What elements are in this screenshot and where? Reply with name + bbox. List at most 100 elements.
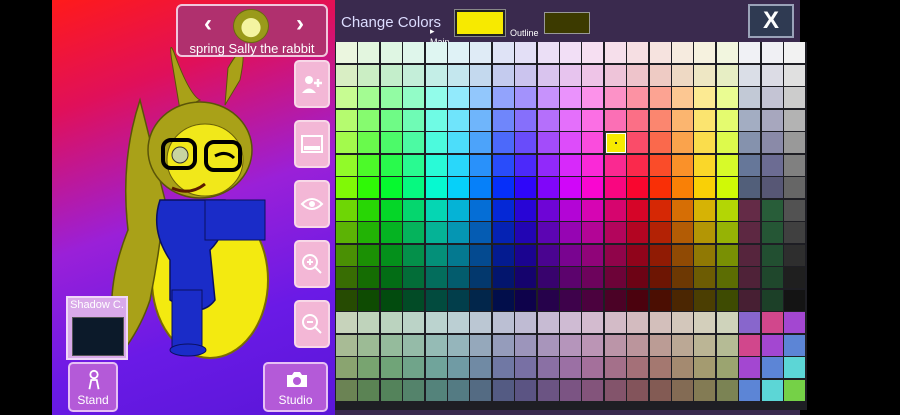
color-swatch[interactable] xyxy=(739,132,761,153)
color-swatch[interactable] xyxy=(627,267,649,288)
color-swatch[interactable] xyxy=(336,312,357,333)
color-swatch[interactable] xyxy=(582,357,604,378)
color-swatch[interactable] xyxy=(448,357,469,378)
color-swatch[interactable] xyxy=(448,289,469,311)
color-swatch[interactable] xyxy=(716,87,738,108)
color-swatch[interactable] xyxy=(716,199,738,221)
color-swatch[interactable] xyxy=(739,199,761,221)
color-swatch[interactable] xyxy=(492,244,514,266)
color-swatch[interactable] xyxy=(425,177,447,198)
color-swatch[interactable] xyxy=(425,42,447,63)
color-swatch[interactable] xyxy=(694,267,716,288)
color-swatch[interactable] xyxy=(492,154,514,176)
color-swatch[interactable] xyxy=(336,154,357,176)
color-swatch[interactable] xyxy=(672,199,693,221)
color-swatch[interactable] xyxy=(336,379,357,401)
stand-button[interactable]: Stand xyxy=(68,362,118,412)
color-swatch[interactable] xyxy=(380,177,402,198)
color-swatch[interactable] xyxy=(380,154,402,176)
color-swatch[interactable] xyxy=(694,199,716,221)
color-swatch[interactable] xyxy=(336,132,357,153)
color-swatch[interactable] xyxy=(470,379,492,401)
color-swatch[interactable] xyxy=(761,289,783,311)
color-swatch[interactable] xyxy=(784,334,805,356)
color-swatch[interactable] xyxy=(716,42,738,63)
color-swatch[interactable] xyxy=(470,289,492,311)
color-swatch[interactable] xyxy=(604,334,626,356)
color-swatch[interactable] xyxy=(448,177,469,198)
color-swatch[interactable] xyxy=(582,222,604,243)
color-swatch[interactable] xyxy=(448,199,469,221)
color-swatch[interactable] xyxy=(492,87,514,108)
color-swatch[interactable] xyxy=(649,267,671,288)
color-swatch[interactable] xyxy=(470,154,492,176)
color-swatch[interactable] xyxy=(448,87,469,108)
color-swatch[interactable] xyxy=(537,199,559,221)
color-swatch[interactable] xyxy=(784,87,805,108)
color-swatch[interactable] xyxy=(537,42,559,63)
color-swatch[interactable] xyxy=(380,289,402,311)
color-swatch[interactable] xyxy=(448,334,469,356)
color-swatch[interactable] xyxy=(672,244,693,266)
color-swatch[interactable] xyxy=(716,289,738,311)
color-swatch[interactable] xyxy=(470,132,492,153)
add-character-button[interactable] xyxy=(294,60,330,108)
color-swatch[interactable] xyxy=(358,267,380,288)
color-swatch[interactable] xyxy=(604,64,626,86)
color-swatch[interactable] xyxy=(627,244,649,266)
color-swatch[interactable] xyxy=(716,357,738,378)
color-swatch[interactable] xyxy=(604,87,626,108)
color-swatch[interactable] xyxy=(784,177,805,198)
zoom-out-button[interactable] xyxy=(294,300,330,348)
outline-color-swatch[interactable] xyxy=(544,12,590,34)
color-swatch[interactable] xyxy=(403,334,425,356)
color-swatch[interactable] xyxy=(761,132,783,153)
color-swatch[interactable] xyxy=(761,154,783,176)
color-swatch[interactable] xyxy=(470,312,492,333)
color-swatch[interactable] xyxy=(358,199,380,221)
color-swatch[interactable] xyxy=(425,132,447,153)
color-swatch[interactable] xyxy=(604,177,626,198)
color-swatch[interactable] xyxy=(627,177,649,198)
color-swatch[interactable] xyxy=(403,154,425,176)
color-swatch[interactable] xyxy=(492,177,514,198)
color-swatch[interactable] xyxy=(403,109,425,131)
color-swatch[interactable] xyxy=(537,222,559,243)
color-swatch[interactable] xyxy=(470,357,492,378)
color-swatch[interactable] xyxy=(716,312,738,333)
color-swatch[interactable] xyxy=(761,87,783,108)
color-swatch[interactable] xyxy=(537,177,559,198)
color-swatch[interactable] xyxy=(403,177,425,198)
color-swatch[interactable] xyxy=(560,244,581,266)
color-swatch[interactable] xyxy=(627,357,649,378)
color-swatch[interactable] xyxy=(694,132,716,153)
color-swatch[interactable] xyxy=(425,357,447,378)
chevron-right-icon[interactable]: › xyxy=(288,12,312,36)
color-swatch[interactable] xyxy=(604,312,626,333)
color-swatch[interactable] xyxy=(672,379,693,401)
color-swatch[interactable] xyxy=(403,132,425,153)
color-swatch[interactable] xyxy=(649,244,671,266)
color-swatch[interactable] xyxy=(336,334,357,356)
color-swatch[interactable] xyxy=(537,154,559,176)
color-swatch[interactable] xyxy=(649,357,671,378)
color-swatch[interactable] xyxy=(336,177,357,198)
color-swatch[interactable] xyxy=(784,154,805,176)
color-swatch[interactable] xyxy=(739,289,761,311)
color-swatch[interactable] xyxy=(448,379,469,401)
color-swatch[interactable] xyxy=(784,357,805,378)
color-swatch[interactable] xyxy=(537,312,559,333)
color-swatch[interactable] xyxy=(604,289,626,311)
color-swatch[interactable] xyxy=(582,154,604,176)
color-swatch[interactable] xyxy=(672,334,693,356)
color-swatch[interactable] xyxy=(649,87,671,108)
color-swatch[interactable] xyxy=(470,267,492,288)
color-swatch[interactable] xyxy=(582,334,604,356)
color-swatch[interactable] xyxy=(784,244,805,266)
color-swatch[interactable] xyxy=(784,64,805,86)
color-swatch[interactable] xyxy=(604,357,626,378)
color-swatch[interactable] xyxy=(582,289,604,311)
studio-button[interactable]: Studio xyxy=(263,362,328,412)
color-swatch[interactable] xyxy=(739,109,761,131)
color-swatch[interactable] xyxy=(560,312,581,333)
